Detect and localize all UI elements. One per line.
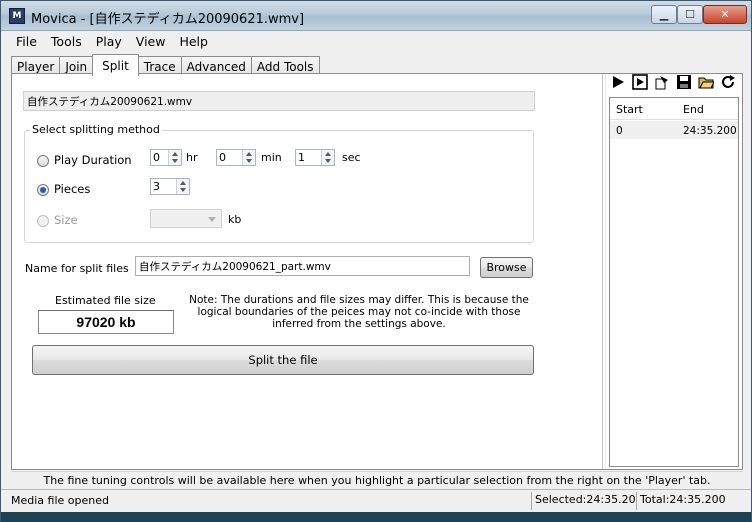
size-unit: kb: [228, 213, 242, 226]
app-icon: M: [9, 8, 25, 24]
menu-view[interactable]: View: [129, 34, 173, 49]
selection-toolbar: [610, 74, 736, 94]
hours-unit: hr: [186, 151, 198, 164]
status-bar: Media file opened Selected:24:35.20 Tota…: [1, 489, 751, 511]
split-panel: 自作ステディカム20090621.wmv Select splitting me…: [11, 73, 743, 470]
split-name-label: Name for split files: [25, 262, 129, 275]
selection-list-header: Start End: [610, 98, 738, 120]
spin-arrows-icon[interactable]: [321, 150, 334, 165]
fine-tuning-hint: The fine tuning controls will be availab…: [11, 471, 743, 488]
save-icon[interactable]: [676, 74, 692, 90]
window-title: Movica - [自作ステディカム20090621.wmv]: [31, 12, 305, 27]
duration-seconds-stepper[interactable]: 1: [295, 149, 335, 166]
play-icon[interactable]: [610, 74, 626, 90]
splitting-method-legend: Select splitting method: [30, 123, 162, 136]
close-button[interactable]: ✕: [703, 5, 747, 24]
minutes-unit: min: [261, 151, 282, 164]
menu-file[interactable]: File: [9, 34, 44, 49]
duration-minutes-value: 0: [219, 151, 226, 164]
size-label: Size: [54, 213, 78, 227]
export-icon[interactable]: [654, 74, 670, 90]
play-selection-icon[interactable]: [632, 74, 648, 90]
pieces-value: 3: [153, 180, 160, 193]
duration-minutes-stepper[interactable]: 0: [216, 149, 256, 166]
pieces-label: Pieces: [54, 182, 91, 196]
list-item[interactable]: 0 24:35.200: [610, 121, 738, 139]
spin-arrows-icon[interactable]: [242, 150, 255, 165]
status-message: Media file opened: [11, 494, 109, 507]
estimated-size-label: Estimated file size: [55, 294, 156, 307]
tab-strip: Player Join Split Trace Advanced Add Too…: [11, 54, 320, 76]
spin-arrows-icon[interactable]: [168, 150, 181, 165]
column-start[interactable]: Start: [616, 103, 643, 116]
duration-hours-stepper[interactable]: 0: [150, 149, 182, 166]
open-folder-icon[interactable]: [698, 74, 715, 90]
refresh-icon[interactable]: [720, 74, 736, 90]
app-window: M Movica - [自作ステディカム20090621.wmv] ▁ ☐ ✕ …: [0, 0, 752, 522]
maximize-icon: ☐: [685, 8, 695, 21]
menu-bar: File Tools Play View Help: [9, 31, 745, 52]
menu-tools[interactable]: Tools: [44, 34, 89, 49]
status-selected: Selected:24:35.20: [531, 492, 636, 510]
selection-end: 24:35.200: [683, 125, 737, 137]
selection-list[interactable]: Start End 0 24:35.200: [609, 97, 739, 467]
radio-play-duration[interactable]: [37, 155, 49, 167]
minimize-icon: ▁: [659, 8, 669, 21]
estimated-size-value: 97020 kb: [38, 310, 174, 334]
duration-seconds-value: 1: [298, 151, 305, 164]
chevron-down-icon: [208, 217, 216, 222]
spin-arrows-icon[interactable]: [176, 179, 189, 194]
status-total: Total:24:35.200: [636, 492, 746, 510]
duration-hours-value: 0: [153, 151, 160, 164]
radio-size[interactable]: [37, 215, 49, 227]
pane-splitter[interactable]: [602, 74, 606, 469]
split-note: Note: The durations and file sizes may d…: [189, 294, 529, 330]
browse-button[interactable]: Browse: [480, 257, 533, 278]
column-end[interactable]: End: [683, 103, 704, 116]
splitting-method-group: Select splitting method Play Duration 0 …: [24, 123, 534, 243]
pieces-stepper[interactable]: 3: [150, 178, 190, 195]
minimize-button[interactable]: ▁: [651, 5, 677, 24]
title-bar[interactable]: M Movica - [自作ステディカム20090621.wmv] ▁ ☐ ✕: [1, 1, 751, 31]
close-icon: ✕: [720, 8, 730, 21]
source-file-name: 自作ステディカム20090621.wmv: [23, 91, 535, 111]
menu-help[interactable]: Help: [172, 34, 215, 49]
selection-start: 0: [616, 125, 623, 137]
tab-split[interactable]: Split: [92, 54, 139, 76]
maximize-button[interactable]: ☐: [677, 5, 703, 24]
radio-pieces[interactable]: [37, 184, 49, 196]
seconds-unit: sec: [342, 151, 361, 164]
split-file-button[interactable]: Split the file: [32, 345, 534, 375]
size-select[interactable]: [150, 209, 222, 228]
split-name-input[interactable]: 自作ステディカム20090621_part.wmv: [135, 256, 470, 276]
play-duration-label: Play Duration: [54, 153, 132, 167]
menu-play[interactable]: Play: [89, 34, 129, 49]
